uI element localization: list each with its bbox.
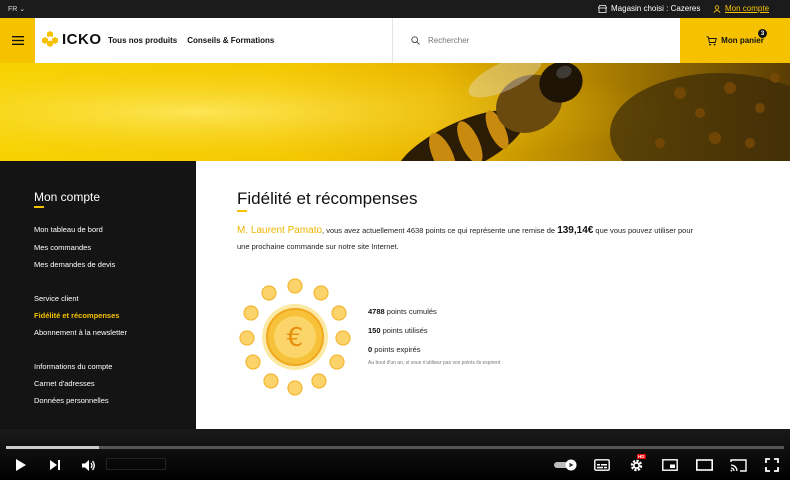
hero-banner [0, 63, 790, 161]
chevron-down-icon: ⌄ [19, 6, 26, 13]
account-link[interactable]: Mon compte [713, 4, 769, 13]
language-label: FR [8, 6, 18, 13]
volume-button[interactable] [78, 456, 98, 474]
account-link-label: Mon compte [725, 4, 770, 13]
fullscreen-icon [765, 458, 779, 472]
loyalty-intro-text: M. Laurent Pamato, vous avez actuellemen… [237, 223, 707, 255]
hamburger-icon [11, 36, 24, 45]
bee-hero-image [0, 63, 790, 161]
points-used: 150 points utilisés [368, 326, 428, 335]
gear-icon [630, 459, 642, 471]
search-icon[interactable] [411, 36, 420, 45]
autoplay-toggle-icon [554, 459, 577, 471]
site-header: ICKO Tous nos produits Conseils & Format… [0, 18, 790, 63]
main-content: Fidélité et récompenses M. Laurent Pamat… [196, 161, 790, 429]
points-earned-label: points cumulés [384, 307, 437, 316]
miniplayer-button[interactable] [661, 456, 679, 474]
cart-button[interactable]: Mon panier 3 [680, 18, 790, 63]
page-title-underline [237, 210, 247, 212]
user-icon [713, 4, 721, 13]
theater-icon [695, 459, 713, 471]
points-expired-label: points expirés [372, 345, 421, 354]
cast-button[interactable] [728, 456, 748, 474]
account-sidebar: Mon compte Mon tableau de bord Mes comma… [0, 161, 196, 429]
next-button[interactable] [46, 456, 64, 474]
points-used-label: points utilisés [380, 326, 428, 335]
site-logo[interactable]: ICKO [41, 30, 102, 48]
subtitles-icon [594, 459, 610, 471]
sidebar-item-dashboard[interactable]: Mon tableau de bord [34, 225, 103, 234]
sidebar-item-account-info[interactable]: Informations du compte [34, 362, 112, 371]
nav-item-products[interactable]: Tous nos produits [108, 36, 177, 45]
language-selector[interactable]: FR ⌄ [8, 5, 25, 13]
customer-name: M. Laurent Pamato [237, 225, 323, 236]
theater-mode-button[interactable] [694, 456, 714, 474]
store-icon [598, 4, 607, 13]
progress-bar[interactable] [6, 446, 784, 449]
progress-bar-fill [6, 446, 100, 449]
logo-text: ICKO [62, 30, 102, 48]
menu-button[interactable] [0, 18, 35, 63]
cast-icon [729, 458, 747, 472]
sidebar-item-customer-service[interactable]: Service client [34, 294, 79, 303]
fullscreen-button[interactable] [762, 456, 782, 474]
sidebar-item-personal-data[interactable]: Données personnelles [34, 396, 109, 405]
honeycomb-logo-icon [42, 31, 58, 47]
cart-icon [706, 35, 718, 45]
subtitles-button[interactable] [593, 456, 611, 474]
points-expired: 0 points expirés [368, 345, 421, 354]
intro-text-part1: , vous avez actuellement 4638 points ce … [322, 226, 558, 235]
sidebar-item-orders[interactable]: Mes commandes [34, 243, 91, 252]
play-icon [16, 459, 26, 471]
volume-icon [81, 459, 95, 471]
store-label: Magasin choisi : Cazeres [611, 4, 701, 13]
svg-text:€: € [287, 323, 304, 353]
page-title: Fidélité et récompenses [237, 189, 418, 208]
next-icon [50, 460, 60, 470]
cart-label: Mon panier [721, 36, 764, 45]
settings-button[interactable]: HD [627, 454, 646, 474]
search-bar [392, 18, 680, 63]
sidebar-item-address-book[interactable]: Carnet d'adresses [34, 379, 95, 388]
sidebar-title: Mon compte [34, 190, 101, 204]
discount-amount: 139,14€ [557, 225, 594, 236]
search-input[interactable] [428, 36, 648, 45]
play-button[interactable] [12, 456, 30, 474]
points-earned: 4788 points cumulés [368, 307, 437, 316]
store-selector[interactable]: Magasin choisi : Cazeres [598, 4, 700, 13]
sidebar-item-newsletter[interactable]: Abonnement à la newsletter [34, 328, 127, 337]
points-used-value: 150 [368, 326, 381, 335]
time-display [106, 458, 166, 470]
sidebar-item-quotes[interactable]: Mes demandes de devis [34, 260, 115, 269]
euro-coins-illustration: € [239, 278, 351, 396]
sidebar-title-underline [34, 206, 44, 208]
main-nav: Tous nos produits Conseils & Formations [108, 36, 274, 45]
autoplay-toggle[interactable] [553, 456, 579, 474]
hd-badge: HD [637, 454, 646, 459]
miniplayer-icon [662, 459, 678, 471]
video-player-controls: HD [0, 429, 790, 480]
points-earned-value: 4788 [368, 307, 385, 316]
top-utility-bar: FR ⌄ Magasin choisi : Cazeres Mon compte [0, 0, 790, 18]
sidebar-item-loyalty[interactable]: Fidélité et récompenses [34, 311, 119, 320]
nav-item-advice[interactable]: Conseils & Formations [187, 36, 274, 45]
cart-count-badge: 3 [758, 29, 767, 38]
points-expiry-note: Au bout d'un an, si vous n'utilisez pas … [368, 360, 501, 366]
